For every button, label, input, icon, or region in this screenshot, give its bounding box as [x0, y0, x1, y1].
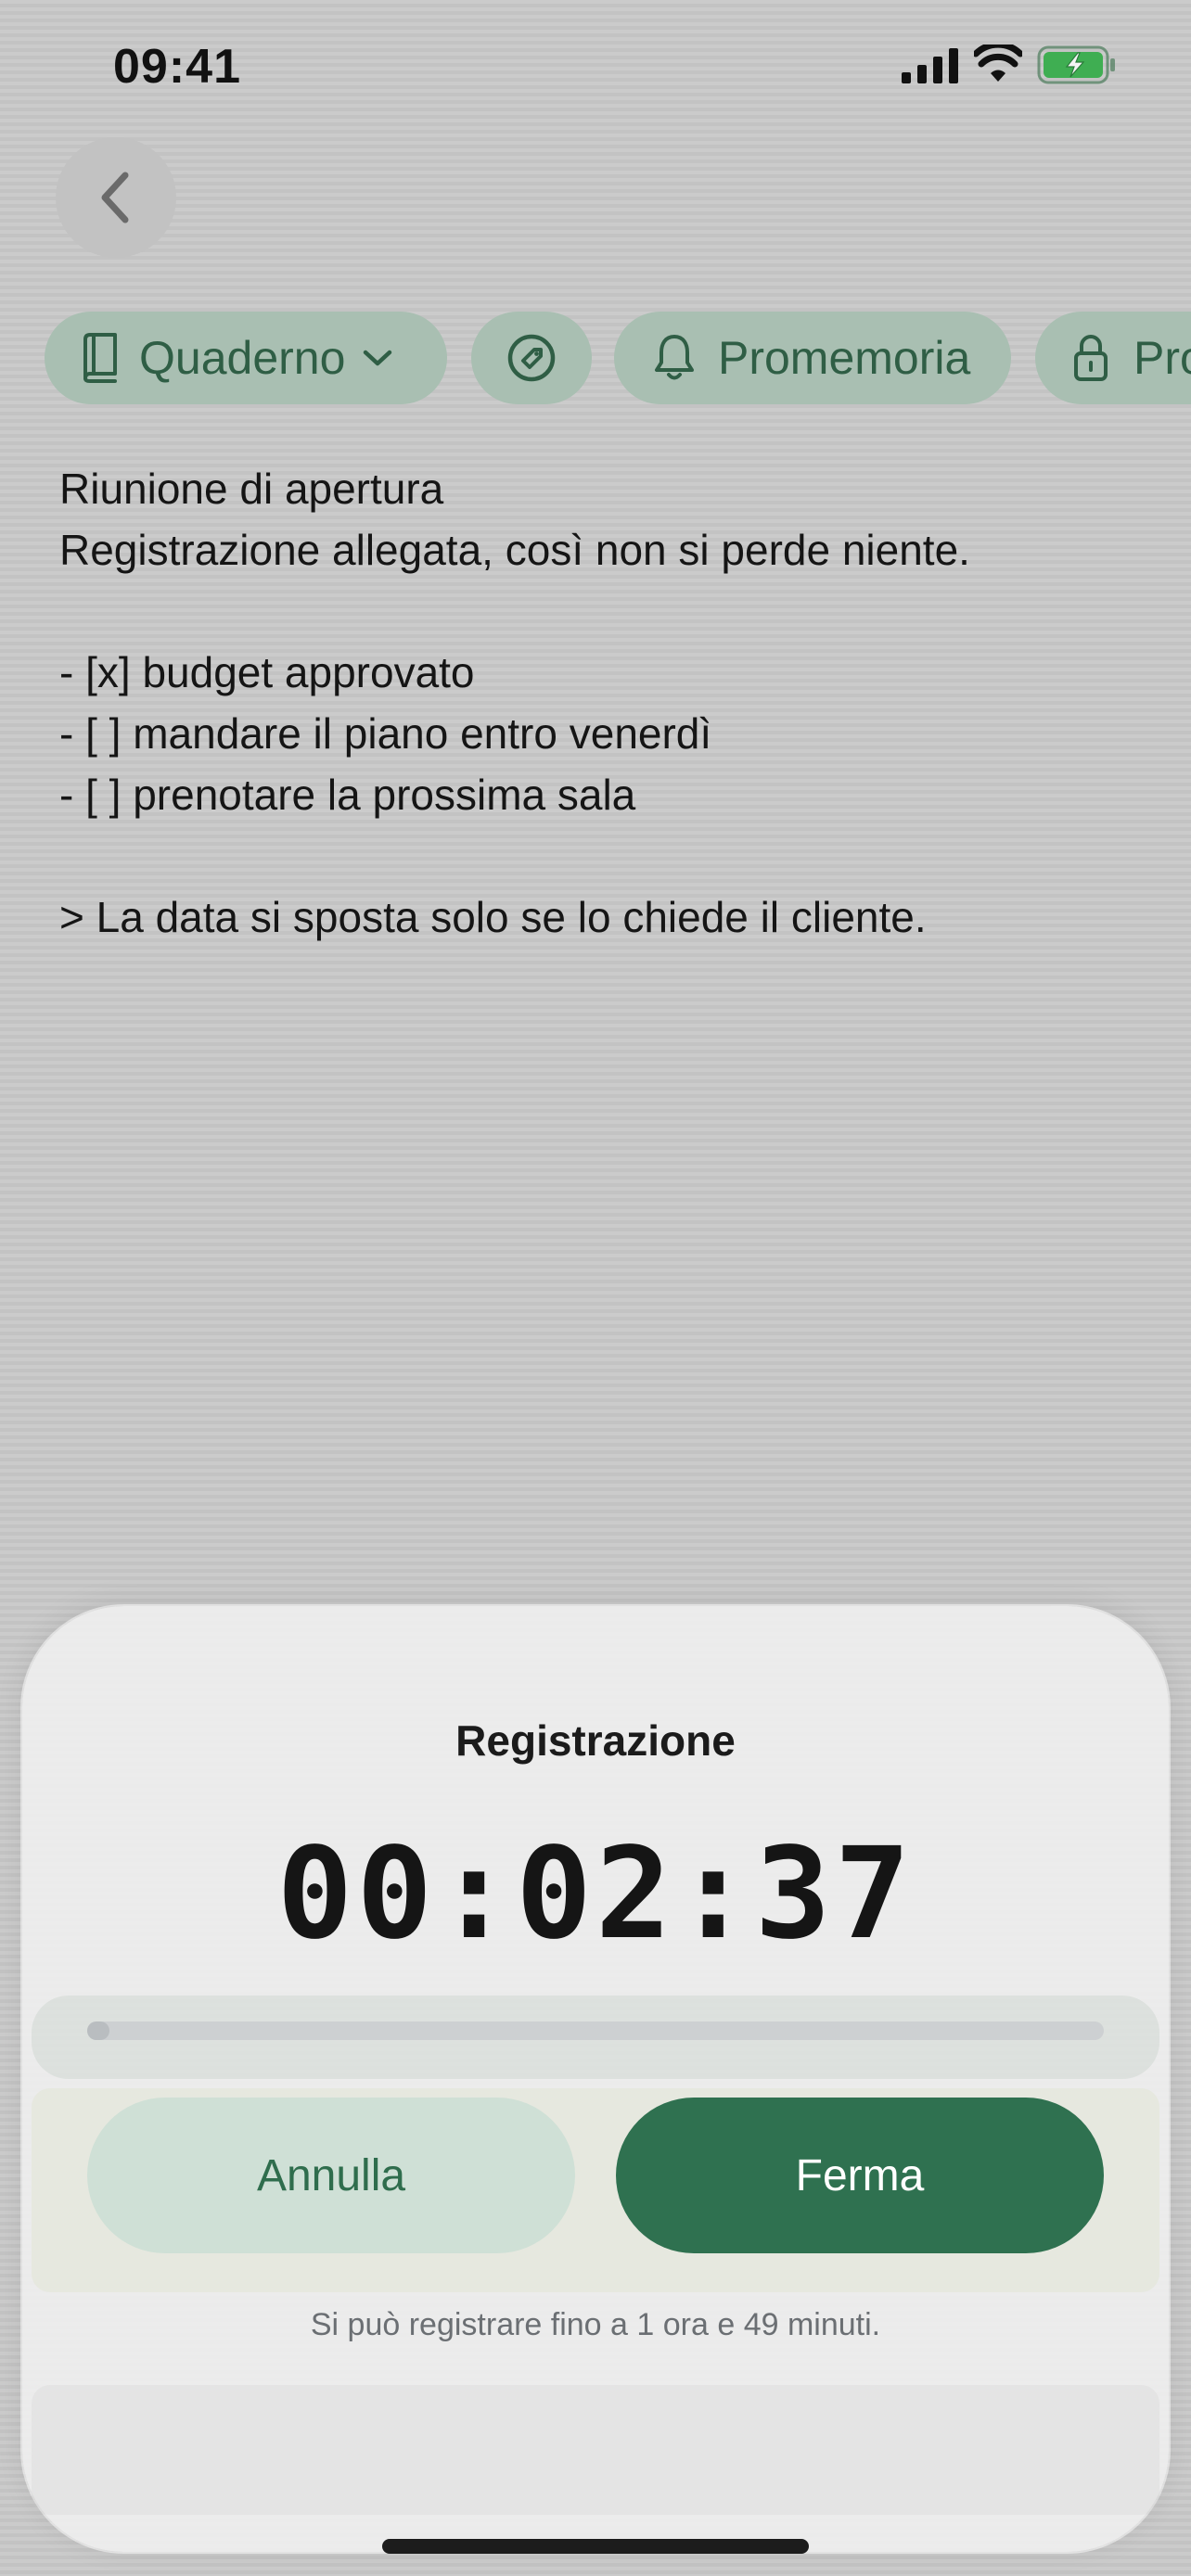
note-checklist-item: - [ ] mandare il piano entro venerdì	[59, 709, 712, 758]
recording-timer: 00:02:37	[276, 1821, 915, 1968]
lock-label: Pro	[1133, 332, 1191, 384]
recording-sheet: Registrazione 00:02:37 Annulla Ferma Si …	[22, 1606, 1169, 2552]
note-quote: > La data si sposta solo se lo chiede il…	[59, 893, 927, 941]
stop-button[interactable]: Ferma	[616, 2098, 1104, 2253]
back-icon	[101, 172, 129, 223]
wifi-icon	[974, 45, 1022, 82]
chevron-down-icon	[364, 350, 392, 366]
cancel-button[interactable]: Annulla	[87, 2098, 575, 2253]
recording-limit-note: Si può registrare fino a 1 ora e 49 minu…	[310, 2307, 881, 2342]
battery-icon	[1037, 45, 1115, 84]
sheet-title: Registrazione	[455, 1716, 736, 1765]
blurred-background	[32, 2385, 1159, 2515]
note-body[interactable]: Riunione di apertura Registrazione alleg…	[59, 458, 1154, 948]
note-checklist-item: - [ ] prenotare la prossima sala	[59, 771, 636, 819]
status-time: 09:41	[113, 40, 241, 94]
recording-progress	[87, 2021, 1104, 2040]
back-button[interactable]	[56, 137, 176, 258]
notebook-chip[interactable]: Quaderno	[45, 312, 447, 404]
bell-icon	[655, 335, 694, 380]
note-line: Registrazione allegata, così non si perd…	[59, 526, 970, 574]
tag-chip[interactable]	[471, 312, 592, 404]
note-toolbar: Quaderno Promemoria Pro	[45, 312, 1191, 404]
note-title: Riunione di apertura	[59, 465, 444, 513]
note-line	[59, 825, 1154, 886]
notebook-icon	[83, 333, 117, 383]
home-indicator[interactable]	[382, 2539, 809, 2554]
signal-icon	[902, 48, 958, 83]
recording-progress-fill	[87, 2021, 109, 2040]
lock-icon	[1074, 335, 1108, 381]
reminder-chip[interactable]: Promemoria	[614, 312, 1011, 404]
reminder-label: Promemoria	[718, 332, 971, 384]
notebook-label: Quaderno	[139, 332, 346, 384]
tag-icon	[507, 334, 556, 382]
lock-chip[interactable]: Pro	[1035, 312, 1191, 404]
note-line	[59, 580, 1154, 642]
note-checklist-item: - [x] budget approvato	[59, 648, 475, 696]
status-bar: 09:41	[0, 0, 1191, 139]
